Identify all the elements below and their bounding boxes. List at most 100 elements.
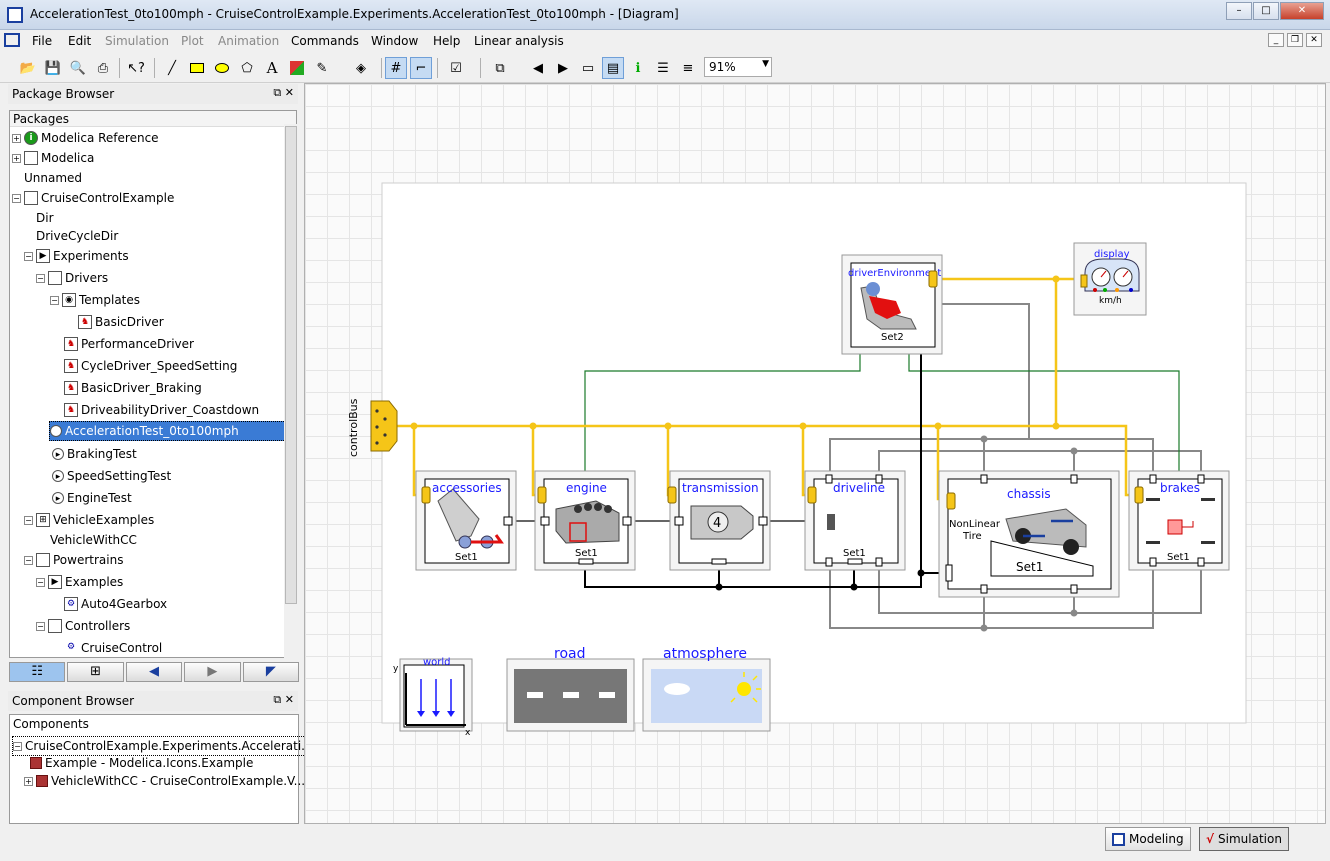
tree-item-templates[interactable]: − ◉ Templates [50,290,140,310]
world-y-label: y [393,664,399,674]
check-icon[interactable]: ☑ [445,57,467,79]
line-color-icon[interactable]: ✎ [311,57,333,79]
tree-item-powertrains[interactable]: − Powertrains [24,550,123,570]
tree-item-brakingtest[interactable]: ▸ BrakingTest [52,444,137,464]
open-icon[interactable]: 📂 [17,57,39,79]
tree-item-modelica-reference[interactable]: + i Modelica Reference [12,128,159,148]
menu-plot[interactable]: Plot [181,34,204,48]
back-arrow-icon[interactable]: ◀ [527,57,549,79]
nav-up-icon[interactable]: ◤ [242,662,300,682]
package-icon [48,619,62,633]
menu-window[interactable]: Window [371,34,418,48]
info-layer-icon[interactable]: ℹ [627,57,649,79]
search-icon[interactable]: 🔍 [67,57,89,79]
menu-edit[interactable]: Edit [68,34,91,48]
text-layer-icon[interactable]: ☰ [652,57,674,79]
tree-item-speedsettingtest[interactable]: ▸ SpeedSettingTest [52,466,171,486]
control-bus-connector[interactable]: controlBus [347,398,398,457]
mdi-minimize-button[interactable]: _ [1268,33,1284,47]
tree-item-enginetest[interactable]: ▸ EngineTest [52,488,132,508]
close-panel-icon[interactable]: ✕ [285,693,294,706]
diagram-layers-icon[interactable]: ⧉ [489,57,511,79]
connect-mode-icon[interactable]: ⌐ [410,57,432,79]
tree-item-vehicleexamples[interactable]: − ⊞ VehicleExamples [24,510,154,530]
diagram-layer-icon[interactable]: ▤ [602,57,624,79]
component-example[interactable]: Example - Modelica.Icons.Example [30,753,253,773]
road-block[interactable]: road [506,646,635,732]
maximize-button[interactable]: □ [1253,2,1279,20]
mdi-restore-button[interactable]: ❐ [1287,33,1303,47]
grid-toggle-icon[interactable]: # [385,57,407,79]
engine-block[interactable]: engine Set1 [534,470,636,571]
float-icon[interactable]: ⧉ [273,693,281,706]
text-tool-icon[interactable]: A [261,57,283,79]
tree-item-experiments[interactable]: − ▶ Experiments [24,246,129,266]
tree-item-examples[interactable]: − ▶ Examples [36,572,123,592]
component-vehiclewithcc[interactable]: + VehicleWithCC - CruiseControlExample.V.… [24,771,305,791]
simulation-tab[interactable]: √ Simulation [1199,827,1289,851]
whats-this-icon[interactable]: ↖? [125,57,147,79]
float-icon[interactable]: ⧉ [273,86,281,99]
tree-item-accelerationtest-0to100mph[interactable]: ▸ AccelerationTest_0to100mph [49,421,286,441]
tree-item-basicdriver-braking[interactable]: ♞ BasicDriver_Braking [64,378,202,398]
documentation-layer-icon[interactable]: ≡ [677,57,699,79]
nav-back-icon[interactable]: ◀ [125,662,183,682]
tree-view-icon[interactable]: ☷ [9,662,66,682]
save-icon[interactable]: 💾 [42,57,64,79]
driveline-block[interactable]: driveline Set1 [804,470,906,571]
forward-arrow-icon[interactable]: ▶ [552,57,574,79]
nav-forward-icon[interactable]: ▶ [184,662,241,682]
tree-item-vehiclewithcc[interactable]: VehicleWithCC [50,530,137,550]
tree-item-drivecycledir[interactable]: DriveCycleDir [36,226,118,246]
tree-item-dir[interactable]: Dir [36,208,54,228]
package-tree-scrollbar[interactable] [284,124,298,658]
menu-file[interactable]: File [32,34,52,48]
diagram-canvas[interactable]: controlBus driverEnvironment Set2 displa… [304,83,1326,824]
tree-item-cruisecontrol[interactable]: ⚙ CruiseControl [64,638,162,657]
accessories-block[interactable]: accessories Set1 [415,470,517,571]
tree-item-unnamed[interactable]: Unnamed [24,168,82,188]
menu-help[interactable]: Help [433,34,460,48]
toolbar: 📂 💾 🔍 ⎙ ↖? ╱ ⬠ A ✎ ◈ # ⌐ ☑ ⧉ ◀ ▶ ▭ ▤ ℹ ☰… [0,53,1330,83]
menu-animation[interactable]: Animation [218,34,279,48]
tree-item-cruisecontrolexample[interactable]: − CruiseControlExample [12,188,174,208]
mdi-close-button[interactable]: ✕ [1306,33,1322,47]
brakes-block[interactable]: brakes Set1 [1128,470,1230,571]
packages-header: Packages [10,111,296,127]
driver-environment-block[interactable]: driverEnvironment Set2 [841,254,943,355]
bitmap-tool-icon[interactable] [286,57,308,79]
chassis-block[interactable]: chassis NonLinear Tire Set1 [938,470,1120,598]
tree-item-modelica[interactable]: + Modelica [12,148,94,168]
close-button[interactable]: ✕ [1280,2,1324,20]
modeling-tab[interactable]: Modeling [1105,827,1191,851]
polygon-tool-icon[interactable]: ⬠ [236,57,258,79]
tree-item-basicdriver[interactable]: ♞ BasicDriver [78,312,164,332]
world-block[interactable]: world y x [393,657,473,738]
menu-bar: File Edit Simulation Plot Animation Comm… [0,31,1330,53]
experiments-icon: ▶ [48,575,62,589]
tree-item-performancedriver[interactable]: ♞ PerformanceDriver [64,334,194,354]
print-icon[interactable]: ⎙ [92,57,114,79]
tree-item-auto4gearbox[interactable]: ⚙ Auto4Gearbox [64,594,167,614]
menu-simulation[interactable]: Simulation [105,34,169,48]
minimize-button[interactable]: – [1226,2,1252,20]
atmosphere-block[interactable]: atmosphere [642,646,771,732]
close-panel-icon[interactable]: ✕ [285,86,294,99]
tree-item-drivers[interactable]: − Drivers [36,268,108,288]
tree-item-cycledriver-speedsetting[interactable]: ♞ CycleDriver_SpeedSetting [64,356,237,376]
world-label: world [423,657,451,668]
rectangle-tool-icon[interactable] [186,57,208,79]
ellipse-tool-icon[interactable] [211,57,233,79]
zoom-select[interactable]: 91% ▼ [704,57,772,77]
tree-item-driveabilitydriver-coastdown[interactable]: ♞ DriveabilityDriver_Coastdown [64,400,259,420]
icon-layer-icon[interactable]: ▭ [577,57,599,79]
line-tool-icon[interactable]: ╱ [161,57,183,79]
scroll-thumb[interactable] [285,126,297,604]
display-block[interactable]: display km/h [1073,242,1147,316]
document-icon[interactable] [4,33,20,47]
icon-view-icon[interactable]: ⊞ [67,662,124,682]
fill-color-icon[interactable]: ◈ [350,57,372,79]
menu-commands[interactable]: Commands [291,34,359,48]
tree-item-controllers[interactable]: − Controllers [36,616,130,636]
menu-linear-analysis[interactable]: Linear analysis [474,34,564,48]
